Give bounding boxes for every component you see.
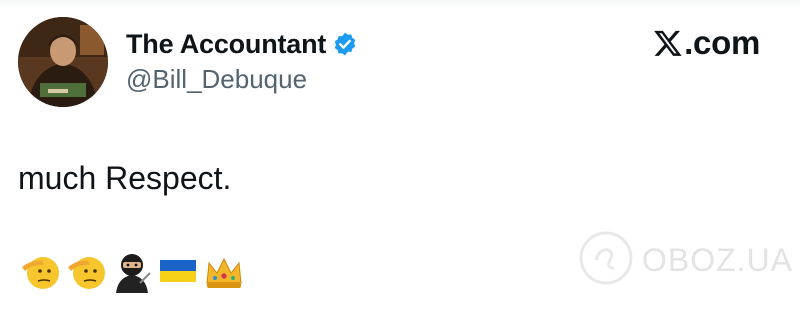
brand-text: .com <box>684 24 760 61</box>
portrait-avatar-icon <box>18 17 108 107</box>
x-logo-icon <box>653 28 683 58</box>
name-row: The Accountant <box>126 27 358 61</box>
x-com-brand: .com <box>653 24 760 62</box>
brand-label: com <box>693 24 760 61</box>
tweet-text: much Respect. <box>18 160 232 196</box>
top-edge <box>0 0 800 8</box>
ninja-icon <box>110 249 154 298</box>
user-handle[interactable]: @Bill_Debuque <box>126 64 307 95</box>
saluting-face-icon <box>64 249 108 298</box>
oboz-logo-icon <box>578 230 634 291</box>
avatar[interactable] <box>18 17 108 107</box>
emoji-row <box>18 250 248 296</box>
display-name[interactable]: The Accountant <box>126 29 326 60</box>
oboz-watermark: OBOZ.UA <box>578 230 793 290</box>
ukraine-flag-icon <box>156 249 200 298</box>
verified-badge-icon <box>332 31 358 57</box>
crown-icon <box>202 249 246 298</box>
watermark-text: OBOZ.UA <box>642 241 794 278</box>
saluting-face-icon <box>18 249 62 298</box>
